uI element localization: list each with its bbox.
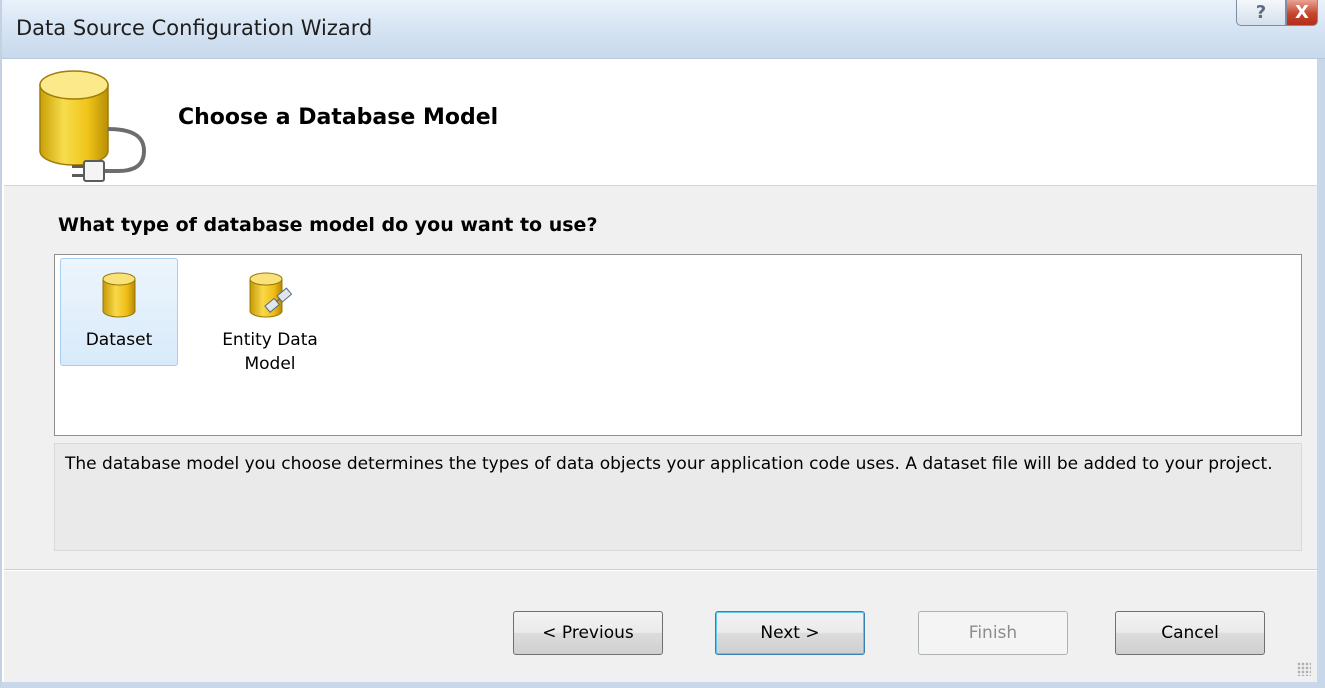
page-title: Choose a Database Model (178, 105, 499, 130)
model-list[interactable]: Dataset Entity Data Model (54, 254, 1302, 436)
title-bar[interactable]: Data Source Configuration Wizard ? X (2, 0, 1325, 59)
list-item-label: Entity Data Model (222, 330, 318, 374)
wizard-window: Data Source Configuration Wizard ? X Cho… (0, 0, 1325, 688)
previous-button[interactable]: < Previous (513, 611, 663, 655)
database-plug-icon (39, 70, 147, 182)
list-item-entity-data-model[interactable]: Entity Data Model (205, 258, 335, 398)
entity-data-model-icon (249, 272, 293, 318)
window-title: Data Source Configuration Wizard (16, 16, 373, 40)
finish-button: Finish (918, 611, 1068, 655)
next-button[interactable]: Next > (715, 611, 865, 655)
close-button[interactable]: X (1286, 0, 1318, 26)
resize-grip[interactable] (1297, 662, 1311, 676)
help-icon: ? (1255, 2, 1267, 23)
cancel-button[interactable]: Cancel (1115, 611, 1265, 655)
close-icon: X (1295, 2, 1309, 23)
footer-divider (4, 569, 1317, 571)
wizard-body: What type of database model do you want … (4, 186, 1317, 682)
description-text: The database model you choose determines… (54, 443, 1302, 551)
list-item-label: Dataset (85, 330, 153, 350)
wizard-header: Choose a Database Model (4, 59, 1317, 186)
help-button[interactable]: ? (1236, 0, 1286, 26)
dataset-icon (102, 272, 136, 318)
list-item-dataset[interactable]: Dataset (60, 258, 178, 366)
question-label: What type of database model do you want … (58, 214, 598, 236)
